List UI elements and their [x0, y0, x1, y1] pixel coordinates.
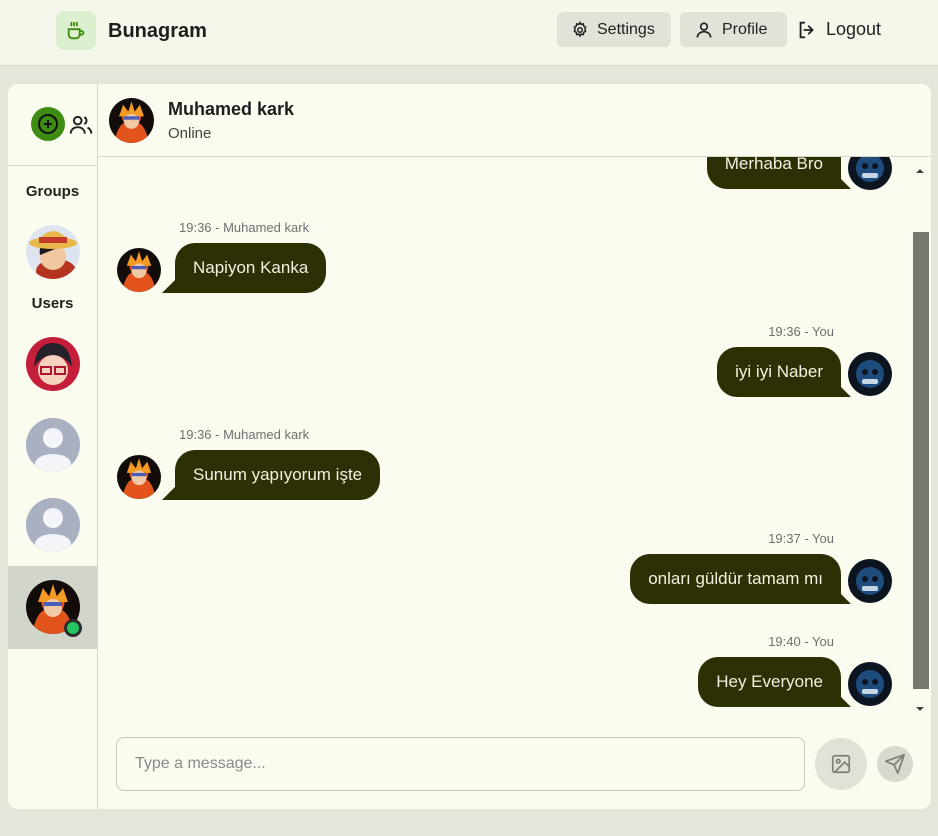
orange-hair-character-avatar	[117, 248, 161, 292]
scrollbar-thumb[interactable]	[913, 232, 929, 689]
profile-label: Profile	[722, 20, 768, 38]
bubble-tail	[162, 486, 176, 500]
sender-avatar	[848, 662, 892, 706]
sender-avatar	[117, 455, 161, 499]
scroll-down-arrow[interactable]	[915, 701, 925, 711]
sidebar: Groups Users	[8, 84, 98, 809]
users-label: Users	[31, 295, 74, 312]
message-text: iyi iyi Naber	[735, 362, 823, 381]
message-text: Napiyon Kanka	[193, 258, 309, 277]
users-icon[interactable]	[68, 112, 94, 143]
chat-panel: Groups Users Muhamed kark Online Merhaba…	[8, 84, 931, 809]
blue-mask-avatar	[848, 559, 892, 603]
attach-image-button[interactable]	[815, 738, 867, 790]
user-list-item[interactable]	[26, 498, 80, 552]
message-meta: 19:36 - Muhamed kark	[179, 220, 310, 235]
gear-icon	[573, 20, 587, 37]
bubble-tail	[837, 590, 851, 604]
coffee-cup-icon[interactable]	[56, 11, 96, 50]
message-text: onları güldür tamam mı	[648, 569, 823, 588]
message-bubble-outgoing: onları güldür tamam mı	[630, 554, 841, 604]
bubble-tail	[837, 383, 851, 397]
sidebar-header	[8, 84, 97, 166]
user-list-item[interactable]	[26, 337, 80, 391]
bubble-tail	[837, 693, 851, 707]
app-name: Bunagram	[108, 20, 207, 42]
contact-status: Online	[168, 125, 212, 142]
message-list[interactable]: Merhaba Bro 19:36 - Muhamed kark Napiyon…	[98, 157, 913, 717]
message-bubble-outgoing: Merhaba Bro	[706, 157, 841, 189]
message-bubble-incoming: Napiyon Kanka	[175, 243, 327, 293]
chat-header: Muhamed kark Online	[98, 84, 931, 157]
sender-avatar	[848, 352, 892, 396]
blue-mask-avatar	[848, 352, 892, 396]
settings-button[interactable]: Settings	[557, 12, 671, 47]
contact-name: Muhamed kark	[168, 99, 295, 119]
bubble-tail	[837, 175, 851, 189]
logout-label: Logout	[826, 19, 882, 39]
image-icon	[831, 754, 851, 774]
user-icon	[696, 22, 712, 38]
message-bubble-outgoing: iyi iyi Naber	[717, 347, 841, 397]
message-meta: 19:36 - You	[768, 324, 834, 339]
orange-hair-character-avatar	[109, 98, 154, 143]
default-user-avatar	[26, 418, 80, 472]
plus-circle-icon	[38, 114, 58, 134]
top-navigation-bar: Bunagram Settings Profile Logout	[0, 0, 938, 66]
blue-mask-avatar	[848, 157, 892, 190]
profile-button[interactable]: Profile	[680, 12, 787, 47]
add-group-button[interactable]	[31, 107, 65, 141]
settings-label: Settings	[597, 20, 655, 38]
default-user-avatar	[26, 498, 80, 552]
message-text: Hey Everyone	[716, 672, 823, 691]
sender-avatar	[848, 157, 892, 190]
user-list-item[interactable]	[26, 418, 80, 472]
group-avatar[interactable]	[26, 225, 80, 279]
red-hair-glasses-character-avatar	[26, 337, 80, 391]
message-text: Sunum yapıyorum işte	[193, 465, 363, 484]
message-bubble-outgoing: Hey Everyone	[698, 657, 841, 707]
send-icon	[885, 754, 905, 774]
sender-avatar	[117, 248, 161, 292]
scroll-up-arrow[interactable]	[915, 163, 925, 173]
logout-icon	[799, 21, 814, 38]
sender-avatar	[848, 559, 892, 603]
message-bubble-incoming: Sunum yapıyorum işte	[175, 450, 381, 500]
online-status-dot	[64, 619, 82, 637]
message-meta: 19:36 - Muhamed kark	[179, 427, 310, 442]
message-input[interactable]	[116, 737, 805, 791]
groups-label: Groups	[25, 183, 80, 200]
message-meta: 19:37 - You	[768, 531, 834, 546]
message-meta: 19:40 - You	[768, 634, 834, 649]
send-button[interactable]	[877, 746, 913, 782]
orange-hair-character-avatar	[117, 455, 161, 499]
contact-avatar[interactable]	[109, 98, 154, 143]
logout-button[interactable]: Logout	[790, 12, 887, 47]
blue-mask-avatar	[848, 662, 892, 706]
bubble-tail	[162, 279, 176, 293]
straw-hat-character-avatar	[26, 225, 80, 279]
message-text: Merhaba Bro	[724, 157, 823, 173]
